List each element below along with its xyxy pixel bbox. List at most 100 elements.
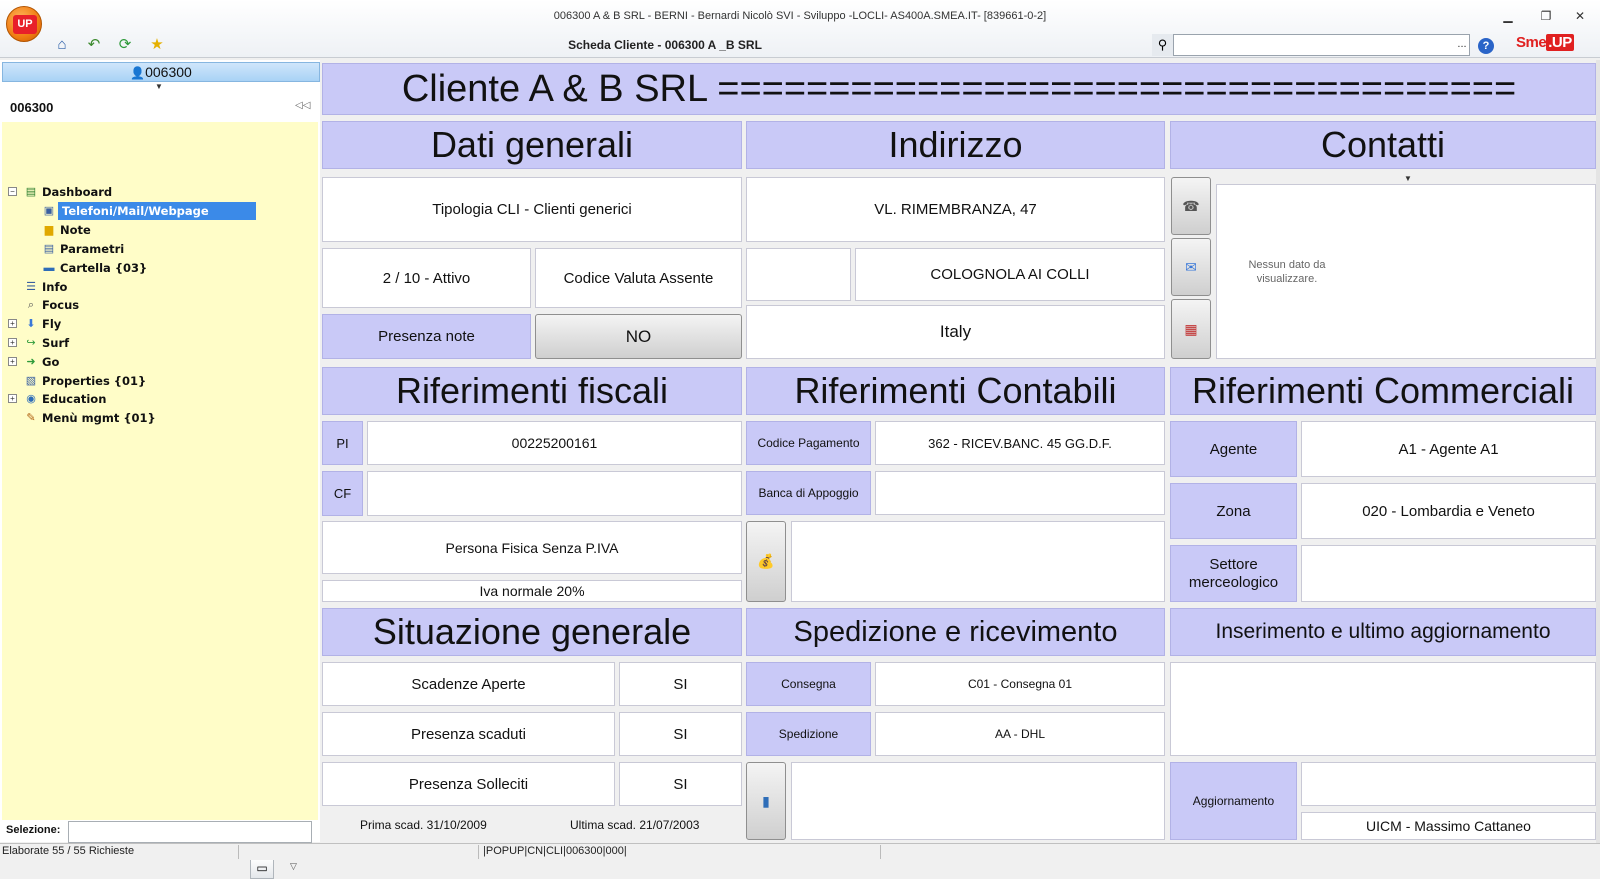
- contacts-list: Nessun dato da visualizzare.: [1216, 184, 1596, 359]
- stato-field: 2 / 10 - Attivo: [322, 248, 531, 308]
- money-bag-button[interactable]: 💰: [746, 521, 786, 602]
- banca-appoggio-label: Banca di Appoggio: [746, 471, 871, 515]
- page-title: Cliente A & B SRL ======================…: [322, 63, 1596, 115]
- status-separator: [238, 845, 239, 859]
- go-icon: ➜: [26, 356, 36, 368]
- expand-icon[interactable]: +: [8, 357, 17, 366]
- aggiornamento-label: Aggiornamento: [1170, 762, 1297, 840]
- phone-button[interactable]: ☎: [1171, 177, 1211, 235]
- tree-item-properties[interactable]: Properties {01}: [42, 372, 146, 390]
- expand-icon[interactable]: +: [8, 394, 17, 403]
- tree-item-note[interactable]: Note: [60, 221, 91, 239]
- presenza-solleciti-value: SI: [619, 762, 742, 806]
- settore-label: Settore merceologico: [1170, 545, 1297, 602]
- client-header[interactable]: 👤006300: [2, 62, 320, 82]
- banca-appoggio-value: [875, 471, 1165, 515]
- contact-card-icon: ▣: [43, 205, 55, 217]
- search-icon[interactable]: ⚲: [1152, 34, 1174, 56]
- refresh-icon[interactable]: ⟳: [116, 36, 134, 54]
- tree-item-focus[interactable]: Focus: [42, 296, 79, 314]
- status-context: |POPUP|CN|CLI|006300|000|: [483, 845, 627, 857]
- agente-value: A1 - Agente A1: [1301, 421, 1596, 477]
- back-arrow-icon[interactable]: ↶: [85, 36, 103, 54]
- window-title: 006300 A & B SRL - BERNI - Bernardi Nico…: [553, 10, 1047, 22]
- home-icon[interactable]: ⌂: [53, 36, 71, 54]
- left-panel: 👤006300 ▼ 006300 ◁◁ − ▤ Dashboard ▣ Tele…: [0, 60, 320, 879]
- status-bar: Elaborate 55 / 55 Richieste |POPUP|CN|CL…: [0, 843, 1600, 860]
- note-folder-icon: ▆: [44, 224, 54, 236]
- banca-detail: [791, 521, 1165, 602]
- tree-item-cartella[interactable]: Cartella {03}: [60, 259, 147, 277]
- zona-label: Zona: [1170, 483, 1297, 539]
- focus-icon: ⌕: [27, 299, 35, 311]
- navigation-tree: − ▤ Dashboard ▣ Telefoni/Mail/Webpage ▆ …: [2, 122, 318, 820]
- inserimento-detail: [1170, 662, 1596, 756]
- close-icon[interactable]: ✕: [1572, 8, 1588, 24]
- brand-logo: Sme .UP: [1516, 34, 1574, 51]
- scadenze-aperte-value: SI: [619, 662, 742, 706]
- section-header-contabili: Riferimenti Contabili: [746, 367, 1165, 415]
- section-header-indirizzo: Indirizzo: [746, 121, 1165, 169]
- open-folder-button[interactable]: ▭: [250, 857, 274, 879]
- client-code: 006300: [145, 64, 192, 80]
- section-header-contatti: Contatti: [1170, 121, 1596, 169]
- surf-icon: ↪: [26, 337, 36, 349]
- chevron-down-icon[interactable]: ▼: [1404, 174, 1412, 183]
- shipping-book-button[interactable]: ▮: [746, 762, 786, 840]
- tree-item-go[interactable]: Go: [42, 353, 59, 371]
- tree-item-info[interactable]: Info: [42, 278, 67, 296]
- help-icon[interactable]: ?: [1478, 38, 1494, 54]
- expand-icon[interactable]: +: [8, 319, 17, 328]
- menu-mgmt-icon: ✎: [26, 412, 36, 424]
- properties-icon: ▧: [25, 375, 37, 387]
- tree-title: 006300: [10, 100, 54, 115]
- pi-value: 00225200161: [367, 421, 742, 465]
- tree-item-dashboard[interactable]: Dashboard: [42, 183, 112, 201]
- presenza-solleciti-label: Presenza Solleciti: [322, 762, 615, 806]
- tree-item-menu-mgmt[interactable]: Menù mgmt {01}: [42, 409, 156, 427]
- mail-button[interactable]: ✉: [1171, 238, 1211, 296]
- tree-item-education[interactable]: Education: [42, 390, 106, 408]
- webpage-button[interactable]: ▦: [1171, 299, 1211, 359]
- address-city: COLOGNOLA AI COLLI: [855, 248, 1165, 301]
- tree-item-parametri[interactable]: Parametri: [60, 240, 124, 258]
- minimize-icon[interactable]: ▁: [1500, 8, 1516, 24]
- search-input[interactable]: [1176, 35, 1456, 55]
- codice-pagamento-value: 362 - RICEV.BANC. 45 GG.D.F.: [875, 421, 1165, 465]
- favorite-star-icon[interactable]: ★: [148, 36, 166, 54]
- expand-icon[interactable]: +: [8, 338, 17, 347]
- main-scrollbar[interactable]: [1596, 60, 1600, 843]
- consegna-value: C01 - Consegna 01: [875, 662, 1165, 706]
- tree-item-telefoni[interactable]: Telefoni/Mail/Webpage: [58, 202, 256, 220]
- user-icon: 👤: [130, 66, 146, 80]
- section-header-spedizione: Spedizione e ricevimento: [746, 608, 1165, 656]
- presenza-note-label: Presenza note: [322, 314, 531, 359]
- codice-pagamento-label: Codice Pagamento: [746, 421, 871, 465]
- phone-icon: ☎: [1182, 197, 1200, 214]
- cf-label: CF: [322, 471, 363, 516]
- restore-icon[interactable]: ❐: [1538, 8, 1554, 24]
- selection-input[interactable]: [68, 821, 312, 843]
- chevron-down-icon[interactable]: ▽: [290, 861, 297, 872]
- section-header-situazione: Situazione generale: [322, 608, 742, 656]
- collapse-panel-icon[interactable]: ◁◁: [295, 100, 310, 111]
- page-subtitle: Scheda Cliente - 006300 A _B SRL: [568, 38, 762, 52]
- aggiornamento-user: UICM - Massimo Cattaneo: [1301, 812, 1596, 840]
- education-icon: ◉: [26, 393, 36, 405]
- address-zip: [746, 248, 851, 301]
- search-more-button[interactable]: ...: [1454, 35, 1470, 55]
- address-street: VL. RIMEMBRANZA, 47: [746, 177, 1165, 242]
- iva-field: Iva normale 20%: [322, 580, 742, 602]
- tree-item-fly[interactable]: Fly: [42, 315, 61, 333]
- dashboard-icon: ▤: [25, 186, 37, 198]
- tree-item-surf[interactable]: Surf: [42, 334, 69, 352]
- chevron-down-icon[interactable]: ▼: [155, 82, 163, 91]
- info-list-icon: ☰: [26, 281, 36, 293]
- collapse-icon[interactable]: −: [8, 187, 17, 196]
- mail-icon: ✉: [1185, 258, 1197, 275]
- parameters-icon: ▤: [43, 243, 55, 255]
- presenza-note-button[interactable]: NO: [535, 314, 742, 359]
- zona-value: 020 - Lombardia e Veneto: [1301, 483, 1596, 539]
- status-separator: [478, 845, 479, 859]
- spedizione-value: AA - DHL: [875, 712, 1165, 756]
